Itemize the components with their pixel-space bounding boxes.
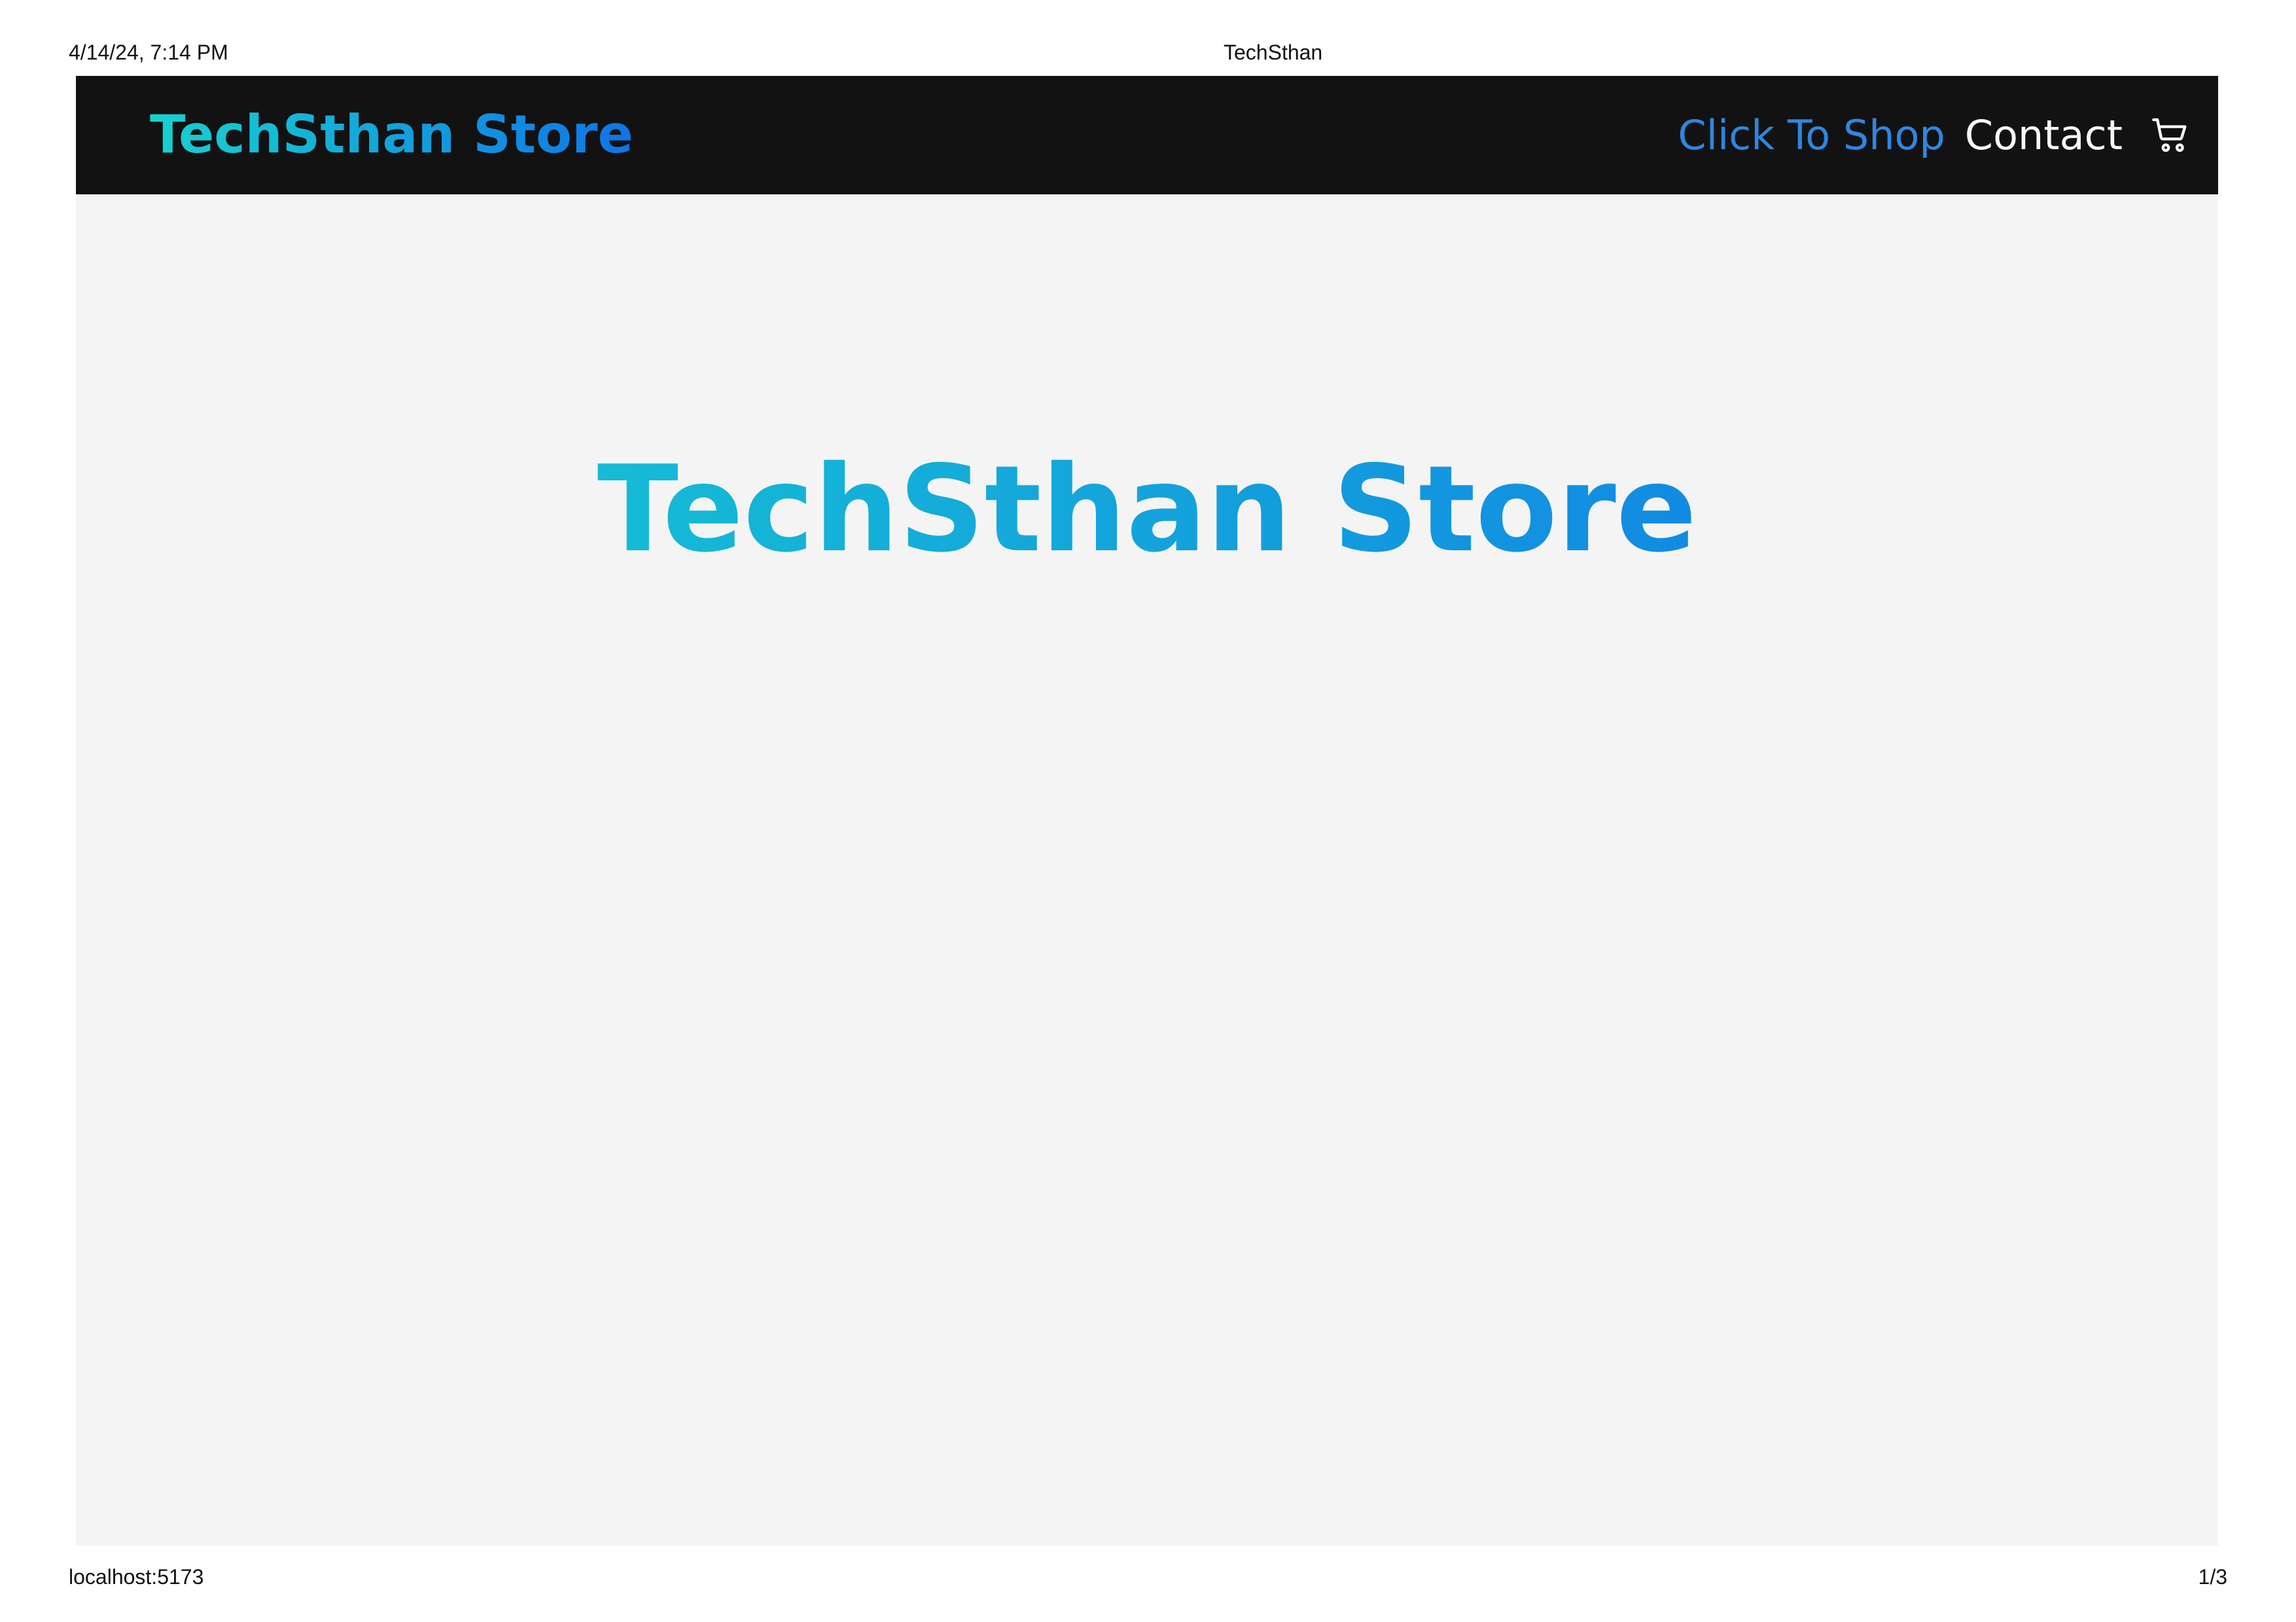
top-navbar: TechSthan Store Click To Shop Contact: [76, 76, 2218, 194]
print-document-title: TechSthan: [1224, 41, 1323, 64]
nav-links: Click To Shop Contact: [1678, 76, 2192, 194]
hero-title: TechSthan Store: [76, 444, 2218, 574]
brand-logo[interactable]: TechSthan Store: [150, 106, 633, 164]
print-url: localhost:5173: [69, 1565, 204, 1589]
nav-link-click-to-shop[interactable]: Click To Shop: [1678, 115, 1945, 156]
print-page-number: 1/3: [2198, 1565, 2227, 1589]
page-frame: TechSthan Store Click To Shop Contact Te…: [76, 76, 2218, 1545]
print-date-time: 4/14/24, 7:14 PM: [69, 41, 228, 64]
cart-icon[interactable]: [2150, 115, 2192, 156]
nav-link-contact[interactable]: Contact: [1965, 115, 2123, 156]
